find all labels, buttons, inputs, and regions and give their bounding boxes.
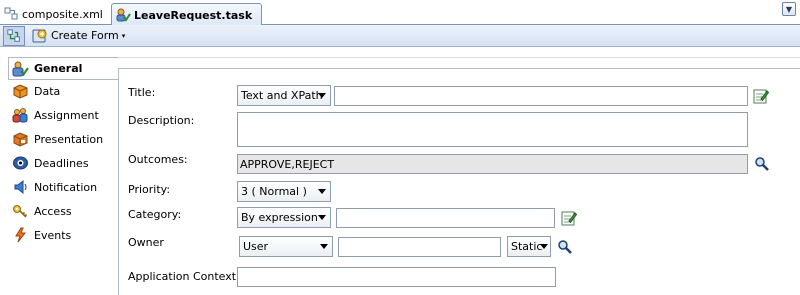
tab-composite-xml[interactable]: composite.xml	[0, 3, 110, 25]
sidebar-item-label: Events	[34, 228, 72, 242]
owner-mode-select[interactable]: Static	[507, 236, 551, 257]
owner-type-value: User	[243, 240, 269, 253]
sidebar-item-label: Presentation	[34, 132, 104, 146]
sidebar-item-events[interactable]: Events	[12, 225, 71, 245]
chevron-down-icon: ▾	[121, 31, 126, 40]
owner-label: Owner	[128, 236, 164, 249]
sidebar-item-notification[interactable]: Notification	[12, 177, 97, 197]
application-context-input[interactable]	[237, 267, 556, 287]
sidebar-item-label: Deadlines	[34, 156, 89, 170]
panel-left-border	[118, 68, 119, 295]
sidebar-item-data[interactable]: Data	[12, 81, 60, 101]
title-input[interactable]	[334, 86, 748, 106]
title-label: Title:	[128, 86, 156, 99]
outcomes-label: Outcomes:	[128, 153, 188, 166]
task-overview-icon	[7, 28, 20, 42]
priority-value: 3 ( Normal )	[241, 185, 307, 198]
title-type-select[interactable]: Text and XPath	[237, 85, 331, 106]
composite-icon	[4, 7, 19, 21]
tab-leaverequest-task[interactable]: LeaveRequest.task	[111, 3, 262, 26]
sidebar-item-label: Assignment	[34, 108, 99, 122]
chevron-down-icon	[320, 244, 328, 249]
sidebar-item-presentation[interactable]: Presentation	[12, 129, 103, 149]
sidebar-item-general[interactable]: General	[8, 57, 118, 80]
description-input[interactable]	[237, 112, 748, 147]
tab-label: composite.xml	[22, 7, 103, 21]
description-label: Description:	[128, 114, 195, 127]
owner-type-select[interactable]: User	[239, 236, 333, 257]
search-icon[interactable]	[557, 239, 573, 255]
general-icon	[12, 61, 29, 77]
sidebar-item-label: Data	[34, 84, 61, 98]
owner-mode-value: Static	[511, 240, 543, 253]
outcomes-field: APPROVE,REJECT	[237, 154, 748, 174]
panel-top-border	[118, 68, 800, 69]
chevron-down-icon	[318, 93, 326, 98]
tab-label: LeaveRequest.task	[134, 8, 253, 22]
edit-icon[interactable]	[561, 210, 578, 226]
sidebar-item-label: Notification	[34, 180, 98, 194]
category-type-select[interactable]: By expression	[237, 207, 331, 228]
sidebar-item-deadlines[interactable]: Deadlines	[12, 153, 89, 173]
create-form-button[interactable]: Create Form ▾	[28, 26, 129, 46]
task-editor-sidebar: General Data Assignment Presentation Dea…	[0, 47, 118, 295]
chevron-down-icon	[318, 189, 326, 194]
priority-label: Priority:	[128, 183, 171, 196]
category-input[interactable]	[336, 208, 555, 228]
application-context-label: Application Context:	[128, 270, 240, 283]
editor-tab-bar: composite.xml LeaveRequest.task ▼	[0, 0, 800, 26]
chevron-down-icon	[318, 215, 326, 220]
create-form-label: Create Form	[51, 29, 119, 42]
editor-toolbar: Create Form ▾	[0, 25, 800, 47]
task-overview-button[interactable]	[3, 25, 25, 46]
search-icon[interactable]	[754, 156, 770, 172]
priority-select[interactable]: 3 ( Normal )	[237, 181, 331, 202]
outcomes-value: APPROVE,REJECT	[240, 157, 335, 171]
edit-icon[interactable]	[753, 88, 770, 104]
category-type-value: By expression	[241, 211, 318, 224]
sidebar-item-label: Access	[34, 204, 72, 218]
chevron-down-icon	[540, 244, 548, 249]
panel-divider	[8, 57, 800, 58]
presentation-icon	[12, 131, 29, 147]
data-icon	[12, 83, 29, 99]
notification-icon	[12, 179, 29, 195]
assignment-icon	[12, 107, 29, 123]
title-type-value: Text and XPath	[241, 89, 323, 102]
deadlines-icon	[12, 155, 29, 171]
task-icon	[116, 8, 131, 22]
lightning-icon	[12, 227, 29, 243]
tab-list-dropdown-icon[interactable]: ▼	[782, 2, 796, 16]
owner-input[interactable]	[338, 237, 501, 257]
category-label: Category:	[128, 208, 182, 221]
sidebar-item-assignment[interactable]: Assignment	[12, 105, 99, 125]
sidebar-item-access[interactable]: Access	[12, 201, 72, 221]
sidebar-item-label: General	[34, 62, 83, 75]
create-form-icon	[32, 29, 47, 42]
key-icon	[12, 203, 29, 219]
